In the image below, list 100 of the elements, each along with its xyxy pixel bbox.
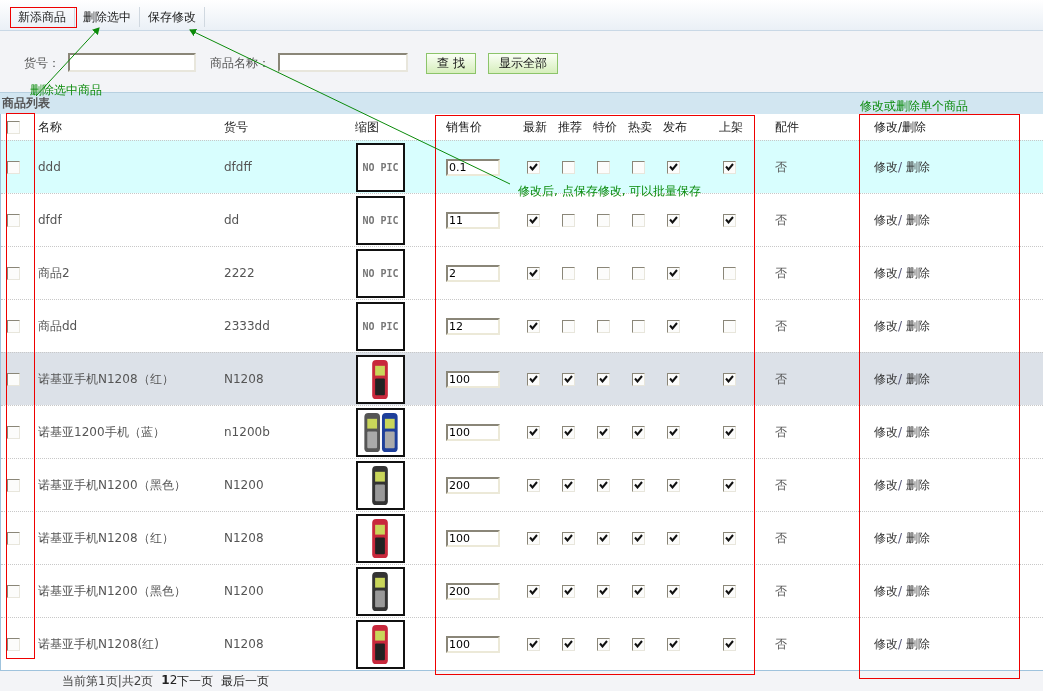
checkbox[interactable] (667, 213, 680, 227)
delete-link[interactable]: 删除 (906, 423, 931, 441)
checkbox[interactable] (667, 531, 680, 545)
checkbox[interactable] (632, 637, 645, 651)
next-page-link[interactable]: 下一页 (177, 672, 214, 690)
show-all-button[interactable]: 显示全部 (487, 53, 558, 74)
checkbox[interactable] (527, 213, 540, 227)
checkbox[interactable] (562, 266, 575, 280)
last-page-link[interactable]: 最后一页 (221, 672, 270, 690)
checkbox[interactable] (562, 372, 575, 386)
checkbox[interactable] (667, 160, 680, 174)
checkbox[interactable] (723, 213, 736, 227)
checkbox[interactable] (667, 478, 680, 492)
checkbox[interactable] (723, 160, 736, 174)
price-field[interactable]: 11 (446, 211, 500, 229)
toolbar-button[interactable]: 新添商品 (10, 7, 75, 27)
checkbox[interactable] (723, 531, 736, 545)
checkbox[interactable] (667, 425, 680, 439)
edit-link[interactable]: 修改 (874, 635, 898, 653)
checkbox[interactable] (562, 319, 575, 333)
checkbox[interactable] (597, 584, 610, 598)
toolbar-button[interactable]: 删除选中 (75, 7, 140, 27)
checkbox[interactable] (723, 425, 736, 439)
checkbox[interactable] (667, 372, 680, 386)
checkbox[interactable] (7, 120, 20, 134)
edit-link[interactable]: 修改 (874, 264, 898, 282)
checkbox[interactable] (723, 637, 736, 651)
checkbox[interactable] (7, 213, 20, 227)
checkbox[interactable] (723, 319, 736, 333)
checkbox[interactable] (597, 637, 610, 651)
checkbox[interactable] (7, 531, 20, 545)
edit-link[interactable]: 修改 (874, 370, 898, 388)
page-link[interactable]: 2 (169, 672, 178, 690)
checkbox[interactable] (723, 372, 736, 386)
checkbox[interactable] (7, 478, 20, 492)
delete-link[interactable]: 删除 (906, 370, 931, 388)
delete-link[interactable]: 删除 (906, 158, 931, 176)
checkbox[interactable] (527, 425, 540, 439)
checkbox[interactable] (562, 213, 575, 227)
checkbox[interactable] (597, 160, 610, 174)
checkbox[interactable] (527, 531, 540, 545)
input-field[interactable] (278, 53, 408, 72)
delete-link[interactable]: 删除 (906, 264, 931, 282)
edit-link[interactable]: 修改 (874, 423, 898, 441)
checkbox[interactable] (7, 372, 20, 386)
price-field[interactable]: 200 (446, 582, 500, 600)
checkbox[interactable] (667, 637, 680, 651)
search-button[interactable]: 查 找 (426, 53, 476, 74)
checkbox[interactable] (667, 266, 680, 280)
checkbox[interactable] (562, 425, 575, 439)
checkbox[interactable] (632, 160, 645, 174)
checkbox[interactable] (632, 531, 645, 545)
price-field[interactable]: 100 (446, 529, 500, 547)
delete-link[interactable]: 删除 (906, 317, 931, 335)
delete-link[interactable]: 删除 (906, 635, 931, 653)
edit-link[interactable]: 修改 (874, 211, 898, 229)
checkbox[interactable] (7, 425, 20, 439)
checkbox[interactable] (527, 319, 540, 333)
checkbox[interactable] (527, 160, 540, 174)
checkbox[interactable] (562, 478, 575, 492)
checkbox[interactable] (562, 531, 575, 545)
delete-link[interactable]: 删除 (906, 476, 931, 494)
price-field[interactable]: 2 (446, 264, 500, 282)
checkbox[interactable] (597, 425, 610, 439)
checkbox[interactable] (7, 584, 20, 598)
checkbox[interactable] (632, 372, 645, 386)
checkbox[interactable] (7, 637, 20, 651)
checkbox[interactable] (597, 319, 610, 333)
edit-link[interactable]: 修改 (874, 582, 898, 600)
checkbox[interactable] (597, 531, 610, 545)
checkbox[interactable] (562, 637, 575, 651)
checkbox[interactable] (7, 160, 20, 174)
checkbox[interactable] (527, 266, 540, 280)
checkbox[interactable] (527, 372, 540, 386)
checkbox[interactable] (632, 425, 645, 439)
edit-link[interactable]: 修改 (874, 476, 898, 494)
checkbox[interactable] (632, 213, 645, 227)
checkbox[interactable] (632, 584, 645, 598)
edit-link[interactable]: 修改 (874, 158, 898, 176)
checkbox[interactable] (597, 213, 610, 227)
checkbox[interactable] (597, 372, 610, 386)
delete-link[interactable]: 删除 (906, 211, 931, 229)
checkbox[interactable] (667, 319, 680, 333)
checkbox[interactable] (632, 266, 645, 280)
page-link[interactable]: 1 (161, 672, 170, 690)
checkbox[interactable] (723, 584, 736, 598)
edit-link[interactable]: 修改 (874, 529, 898, 547)
delete-link[interactable]: 删除 (906, 529, 931, 547)
checkbox[interactable] (562, 160, 575, 174)
checkbox[interactable] (597, 478, 610, 492)
checkbox[interactable] (7, 319, 20, 333)
checkbox[interactable] (597, 266, 610, 280)
checkbox[interactable] (7, 266, 20, 280)
toolbar-button[interactable]: 保存修改 (140, 7, 205, 27)
price-field[interactable]: 0.1 (446, 158, 500, 176)
checkbox[interactable] (723, 266, 736, 280)
checkbox[interactable] (527, 478, 540, 492)
checkbox[interactable] (632, 478, 645, 492)
input-field[interactable] (68, 53, 196, 72)
price-field[interactable]: 200 (446, 476, 500, 494)
